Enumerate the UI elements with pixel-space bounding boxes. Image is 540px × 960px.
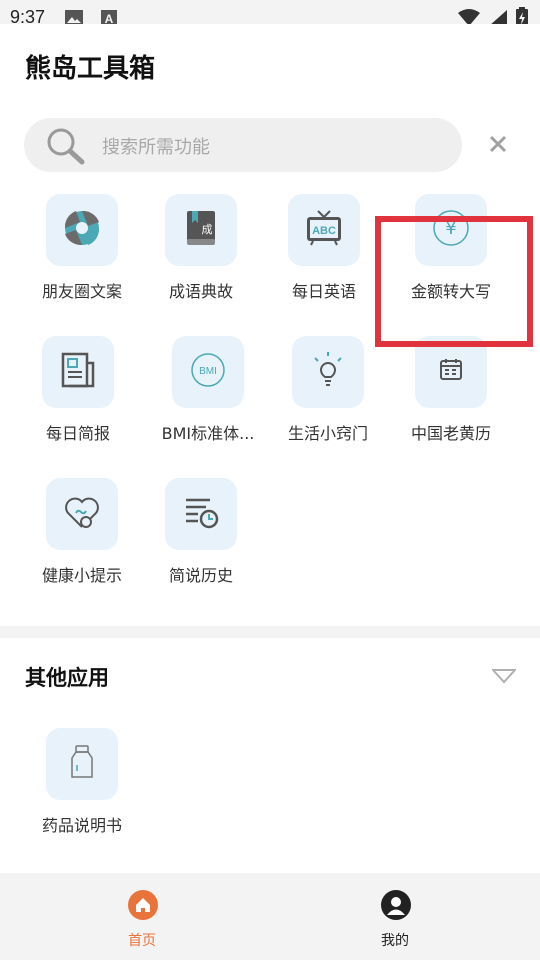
tool-label: 每日英语 xyxy=(291,282,356,301)
tool-tile xyxy=(46,728,118,800)
aperture-icon xyxy=(62,208,102,252)
page-title: 熊岛工具箱 xyxy=(25,54,156,84)
chevron-down-icon[interactable] xyxy=(490,668,518,688)
tool-label: 成语典故 xyxy=(168,282,233,301)
svg-text:BMI: BMI xyxy=(199,366,217,377)
tool-tile xyxy=(46,194,118,266)
nav-label: 我的 xyxy=(381,933,409,949)
tool-life-tips[interactable]: 生活小窍门 xyxy=(269,336,387,456)
highlight-box xyxy=(375,216,533,347)
lightbulb-icon xyxy=(310,351,346,393)
tool-label: 朋友圈文案 xyxy=(41,282,122,301)
tool-tile xyxy=(165,478,237,550)
tool-tile xyxy=(42,336,114,408)
tool-label: 每日简报 xyxy=(45,424,110,443)
heart-stethoscope-icon xyxy=(62,493,102,535)
medicine-bottle-icon xyxy=(67,744,97,784)
abc-board-icon: ABC xyxy=(304,209,344,251)
tool-label: 中国老黄历 xyxy=(410,424,491,443)
tools-card: 熊岛工具箱 搜索所需功能 朋友圈文案 成 成语典故 ABC 每日英语 ¥ 金额转… xyxy=(0,24,540,626)
tool-daily-briefing[interactable]: 每日简报 xyxy=(19,336,137,456)
user-icon xyxy=(381,890,411,920)
tool-brief-history[interactable]: 简说历史 xyxy=(142,478,260,598)
tool-label: 健康小提示 xyxy=(41,566,122,585)
app-medicine-instructions[interactable]: 药品说明书 xyxy=(23,728,141,848)
close-icon[interactable] xyxy=(486,132,510,156)
idiom-book-icon: 成 xyxy=(183,209,219,251)
tool-tile xyxy=(46,478,118,550)
tool-moments-copy[interactable]: 朋友圈文案 xyxy=(23,194,141,314)
tool-tile: ABC xyxy=(288,194,360,266)
bmi-icon: BMI xyxy=(190,352,226,392)
tool-label: BMI标准体... xyxy=(161,424,255,443)
search-placeholder: 搜索所需功能 xyxy=(102,137,210,158)
tool-tile xyxy=(292,336,364,408)
tool-label: 简说历史 xyxy=(168,566,233,585)
tool-idiom-stories[interactable]: 成 成语典故 xyxy=(142,194,260,314)
history-list-icon xyxy=(182,493,220,535)
home-icon xyxy=(128,890,158,920)
search-input[interactable]: 搜索所需功能 xyxy=(24,118,462,172)
tool-daily-english[interactable]: ABC 每日英语 xyxy=(265,194,383,314)
tool-tile: 成 xyxy=(165,194,237,266)
search-icon xyxy=(46,127,86,169)
other-apps-card: 其他应用 药品说明书 xyxy=(0,638,540,873)
tool-bmi-standard[interactable]: BMI BMI标准体... xyxy=(149,336,267,456)
nav-label: 首页 xyxy=(128,933,156,949)
calendar-icon xyxy=(437,356,465,388)
tool-health-tips[interactable]: 健康小提示 xyxy=(23,478,141,598)
nav-mine[interactable]: 我的 xyxy=(355,890,435,950)
tool-tile: BMI xyxy=(172,336,244,408)
bottom-nav: 首页 我的 xyxy=(0,874,540,960)
section-title: 其他应用 xyxy=(25,666,109,690)
app-label: 药品说明书 xyxy=(41,816,122,835)
svg-text:成: 成 xyxy=(202,223,213,236)
nav-home[interactable]: 首页 xyxy=(102,890,182,950)
newspaper-icon xyxy=(59,351,97,393)
tool-chinese-almanac[interactable]: 中国老黄历 xyxy=(392,336,510,456)
tool-label: 生活小窍门 xyxy=(287,424,368,443)
svg-text:ABC: ABC xyxy=(312,225,336,237)
